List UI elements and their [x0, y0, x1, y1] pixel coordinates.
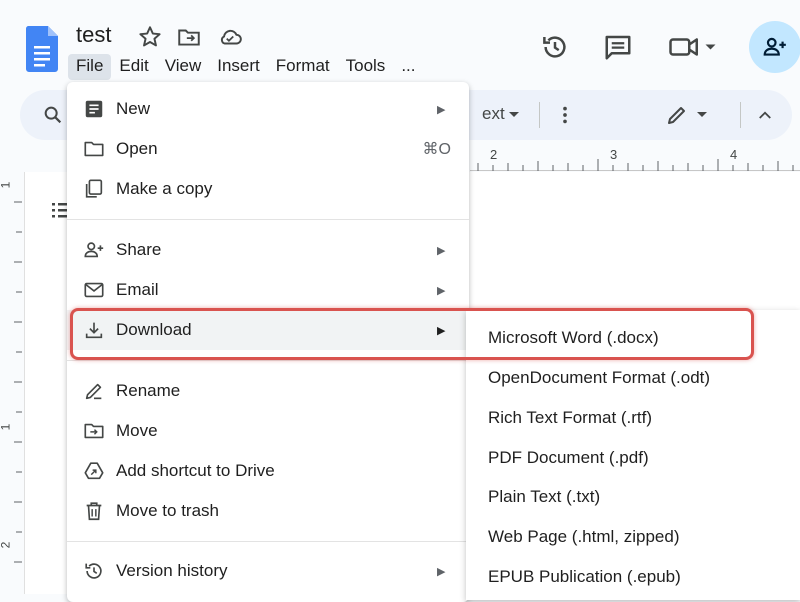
- menu-item-label: Move: [116, 421, 158, 440]
- ruler-label: 1: [0, 424, 12, 431]
- submenu-item-label: Plain Text (.txt): [488, 487, 601, 506]
- submenu-item-label: Microsoft Word (.docx): [488, 328, 659, 347]
- menu-item-label: Add shortcut to Drive: [116, 461, 275, 480]
- email-icon: [84, 282, 104, 298]
- menu-file[interactable]: File: [68, 54, 112, 80]
- ruler-label: 1: [0, 182, 12, 189]
- submenu-arrow-icon: ▶: [437, 103, 446, 116]
- menu-edit[interactable]: Edit: [111, 54, 156, 80]
- copy-icon: [85, 179, 103, 198]
- menu-item-open[interactable]: Open ⌘O: [67, 129, 469, 169]
- ruler-label: 3: [610, 147, 618, 162]
- file-menu: New ▶ Open ⌘O Make a copy Share ▶ Email …: [67, 82, 469, 602]
- top-bar: test File Edit View Insert Format Tools …: [0, 0, 800, 82]
- edit-pencil-icon[interactable]: [664, 103, 690, 127]
- submenu-item-label: Web Page (.html, zipped): [488, 527, 680, 546]
- horizontal-ruler: 2 3 4: [470, 143, 800, 171]
- ruler-ticks: [477, 159, 794, 171]
- history-icon: [85, 563, 102, 579]
- menu-item-label: Rename: [116, 381, 181, 400]
- download-docx[interactable]: Microsoft Word (.docx): [466, 318, 800, 358]
- menu-item-label: Make a copy: [116, 179, 213, 198]
- menu-item-version-history[interactable]: Version history ▶: [67, 551, 469, 591]
- add-person-icon: [763, 37, 786, 56]
- submenu-item-label: EPUB Publication (.epub): [488, 567, 681, 586]
- chevron-down-icon: [697, 112, 707, 117]
- docs-logo-icon[interactable]: [26, 26, 58, 72]
- move-to-folder-icon[interactable]: [176, 24, 202, 50]
- download-html[interactable]: Web Page (.html, zipped): [466, 517, 800, 557]
- menu-item-share[interactable]: Share ▶: [67, 230, 469, 270]
- download-icon: [85, 322, 103, 339]
- menu-item-label: Download: [116, 320, 192, 339]
- move-folder-icon: [84, 423, 104, 439]
- more-options-icon[interactable]: [554, 104, 576, 126]
- menu-item-label: Move to trash: [116, 501, 219, 520]
- toolbar-divider: [539, 102, 540, 128]
- menu-tools[interactable]: Tools: [338, 54, 394, 80]
- trash-icon: [86, 502, 102, 521]
- download-odt[interactable]: OpenDocument Format (.odt): [466, 358, 800, 398]
- download-epub[interactable]: EPUB Publication (.epub): [466, 557, 800, 597]
- menu-item-new[interactable]: New ▶: [67, 89, 469, 129]
- menu-item-download[interactable]: Download ▶: [67, 310, 469, 350]
- rename-pencil-icon: [85, 383, 102, 400]
- menu-separator: [67, 360, 469, 361]
- document-title[interactable]: test: [76, 22, 111, 48]
- vertical-ruler-ticks: [14, 201, 22, 563]
- submenu-arrow-icon: ▶: [437, 324, 446, 337]
- download-submenu: Microsoft Word (.docx) OpenDocument Form…: [466, 310, 800, 600]
- menu-item-label: Version history: [116, 561, 228, 580]
- chevron-up-icon[interactable]: [755, 106, 775, 124]
- menu-view[interactable]: View: [157, 54, 210, 80]
- share-button[interactable]: [749, 21, 800, 73]
- menu-item-add-shortcut-to-drive[interactable]: Add shortcut to Drive: [67, 451, 469, 491]
- ruler-label: 4: [730, 147, 738, 162]
- ruler-label: 2: [490, 147, 498, 162]
- text-style-dropdown[interactable]: ext: [482, 104, 505, 124]
- menu-item-label: Email: [116, 280, 159, 299]
- chevron-down-icon: [509, 112, 519, 117]
- download-pdf[interactable]: PDF Document (.pdf): [466, 438, 800, 478]
- menu-item-label: New: [116, 99, 151, 118]
- video-call-icon[interactable]: [668, 32, 718, 62]
- menu-item-label: Open: [116, 139, 158, 158]
- cloud-saved-icon[interactable]: [217, 24, 243, 50]
- vertical-ruler: 1 1 2: [0, 172, 24, 594]
- toolbar-divider: [740, 102, 741, 128]
- keyboard-shortcut: ⌘O: [422, 141, 451, 158]
- menu-item-email[interactable]: Email ▶: [67, 270, 469, 310]
- menu-more[interactable]: ...: [393, 54, 423, 80]
- menu-separator: [67, 541, 469, 542]
- submenu-arrow-icon: ▶: [437, 565, 446, 578]
- menu-item-label: Share: [116, 240, 162, 259]
- history-icon[interactable]: [540, 32, 570, 62]
- submenu-item-label: OpenDocument Format (.odt): [488, 368, 711, 387]
- menu-format[interactable]: Format: [268, 54, 338, 80]
- menu-item-rename[interactable]: Rename: [67, 371, 469, 411]
- menu-item-move[interactable]: Move: [67, 411, 469, 451]
- ruler-label: 2: [0, 542, 12, 549]
- download-rtf[interactable]: Rich Text Format (.rtf): [466, 398, 800, 438]
- comment-icon[interactable]: [603, 32, 633, 62]
- search-icon[interactable]: [42, 104, 64, 126]
- star-icon[interactable]: [137, 24, 163, 50]
- submenu-item-label: PDF Document (.pdf): [488, 448, 649, 467]
- share-person-icon: [84, 242, 104, 258]
- submenu-arrow-icon: ▶: [437, 244, 446, 257]
- submenu-item-label: Rich Text Format (.rtf): [488, 408, 653, 427]
- menu-bar: File Edit View Insert Format Tools ...: [68, 54, 423, 80]
- download-txt[interactable]: Plain Text (.txt): [466, 477, 800, 517]
- menu-item-move-to-trash[interactable]: Move to trash: [67, 491, 469, 531]
- menu-separator: [67, 219, 469, 220]
- menu-insert[interactable]: Insert: [209, 54, 268, 80]
- new-document-icon: [85, 100, 103, 118]
- folder-icon: [84, 141, 104, 157]
- drive-shortcut-icon: [84, 462, 104, 480]
- submenu-arrow-icon: ▶: [437, 284, 446, 297]
- menu-item-make-a-copy[interactable]: Make a copy: [67, 169, 469, 209]
